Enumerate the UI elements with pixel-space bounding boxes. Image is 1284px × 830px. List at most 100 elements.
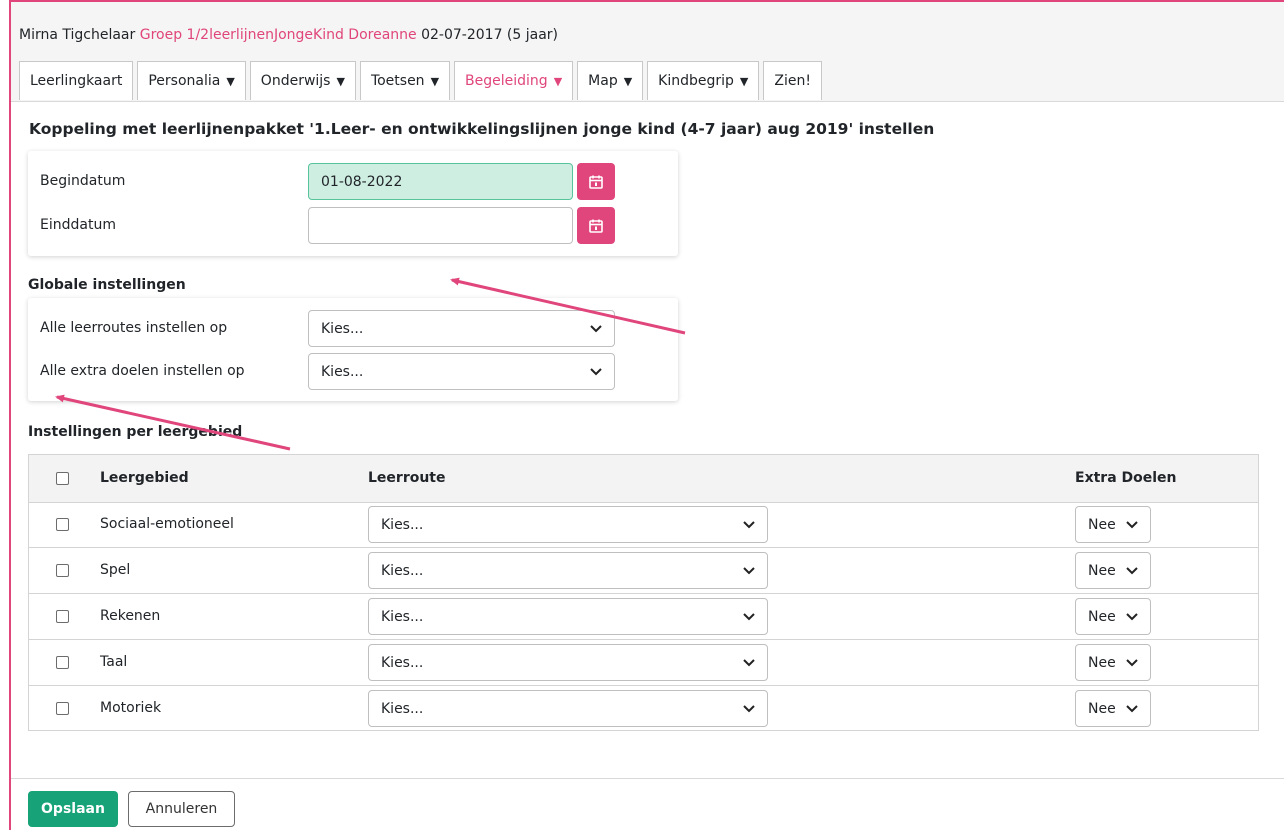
student-birth: 02-07-2017 (5 jaar) [421, 27, 559, 43]
table-row: Taal Kies... Nee [29, 640, 1258, 686]
tab-label: Onderwijs [260, 73, 331, 89]
chevron-down-icon [743, 611, 755, 623]
route-select[interactable]: Kies... [368, 506, 768, 543]
global-extra-select[interactable]: Kies... [308, 353, 615, 390]
student-name[interactable]: Mirna Tigchelaar [19, 27, 135, 43]
begin-date-label: Begindatum [40, 173, 126, 189]
row-checkbox[interactable] [56, 610, 69, 623]
extra-goals-select[interactable]: Nee [1075, 552, 1151, 589]
caret-down-icon: ▼ [226, 74, 235, 88]
global-settings-heading: Globale instellingen [28, 277, 186, 293]
area-name: Motoriek [100, 700, 162, 716]
student-info: Mirna Tigchelaar Groep 1/2leerlijnenJong… [19, 27, 558, 43]
select-value: Kies... [381, 562, 424, 579]
chevron-down-icon [1126, 565, 1138, 577]
chevron-down-icon [1126, 519, 1138, 531]
chevron-down-icon [743, 565, 755, 577]
end-date-label: Einddatum [40, 217, 116, 233]
begin-date-input[interactable] [308, 163, 573, 200]
select-value: Nee [1088, 654, 1116, 671]
tab-label: Map [588, 73, 618, 89]
global-routes-select[interactable]: Kies... [308, 310, 615, 347]
select-value: Nee [1088, 562, 1116, 579]
chevron-down-icon [1126, 703, 1138, 715]
begin-date-calendar-button[interactable] [577, 163, 615, 200]
column-header-extra: Extra Doelen [1075, 470, 1177, 486]
extra-goals-select[interactable]: Nee [1075, 690, 1151, 727]
tab-label: Leerlingkaart [30, 73, 123, 89]
tab-toetsen[interactable]: Toetsen ▼ [359, 61, 451, 100]
student-group[interactable]: Groep 1/2leerlijnenJongeKind Doreanne [140, 27, 417, 43]
calendar-icon [589, 175, 603, 189]
area-name: Taal [100, 654, 128, 670]
route-select[interactable]: Kies... [368, 644, 768, 681]
end-date-input[interactable] [308, 207, 573, 244]
caret-down-icon: ▼ [336, 74, 345, 88]
footer-divider [11, 778, 1284, 779]
tab-label: Begeleiding [465, 73, 548, 89]
chevron-down-icon [743, 519, 755, 531]
extra-goals-select[interactable]: Nee [1075, 644, 1151, 681]
table-row: Spel Kies... Nee [29, 548, 1258, 594]
extra-goals-select[interactable]: Nee [1075, 506, 1151, 543]
tab-label: Kindbegrip [658, 73, 734, 89]
chevron-down-icon [1126, 611, 1138, 623]
select-value: Kies... [321, 363, 364, 380]
tab-begeleiding[interactable]: Begeleiding ▼ [454, 61, 574, 100]
calendar-icon [589, 219, 603, 233]
per-area-table: Leergebied Leerroute Extra Doelen Sociaa… [28, 454, 1259, 731]
row-checkbox[interactable] [56, 518, 69, 531]
select-value: Kies... [381, 516, 424, 533]
row-checkbox[interactable] [56, 564, 69, 577]
tab-onderwijs[interactable]: Onderwijs ▼ [249, 61, 356, 100]
caret-down-icon: ▼ [553, 74, 563, 88]
table-header: Leergebied Leerroute Extra Doelen [29, 455, 1258, 503]
page-title: Koppeling met leerlijnenpakket '1.Leer- … [29, 120, 935, 138]
table-row: Rekenen Kies... Nee [29, 594, 1258, 640]
select-value: Nee [1088, 516, 1116, 533]
caret-down-icon: ▼ [430, 74, 440, 88]
table-row: Sociaal-emotioneel Kies... Nee [29, 502, 1258, 548]
caret-down-icon: ▼ [739, 74, 749, 88]
tab-label: Toetsen [370, 73, 425, 89]
tab-kindbegrip[interactable]: Kindbegrip ▼ [647, 61, 760, 100]
extra-goals-select[interactable]: Nee [1075, 598, 1151, 635]
area-name: Spel [100, 562, 131, 578]
row-checkbox[interactable] [56, 656, 69, 669]
route-select[interactable]: Kies... [368, 690, 768, 727]
end-date-calendar-button[interactable] [577, 207, 615, 244]
column-header-area: Leergebied [100, 470, 189, 486]
tab-personalia[interactable]: Personalia ▼ [137, 61, 246, 100]
chevron-down-icon [590, 366, 602, 378]
route-select[interactable]: Kies... [368, 552, 768, 589]
tab-map[interactable]: Map ▼ [577, 61, 644, 100]
area-name: Sociaal-emotioneel [100, 516, 234, 532]
cancel-button[interactable]: Annuleren [128, 791, 235, 827]
tab-label: Personalia [148, 73, 221, 89]
tab-bar: Leerlingkaart Personalia ▼ Onderwijs ▼ Toe… [19, 61, 826, 101]
select-value: Kies... [381, 654, 424, 671]
select-value: Kies... [381, 700, 424, 717]
save-button[interactable]: Opslaan [28, 791, 118, 827]
per-area-heading: Instellingen per leergebied [28, 424, 243, 440]
select-value: Kies... [381, 608, 424, 625]
tab-leerlingkaart[interactable]: Leerlingkaart [19, 61, 134, 100]
global-extra-label: Alle extra doelen instellen op [40, 363, 245, 379]
table-row: Motoriek Kies... Nee [29, 686, 1258, 732]
route-select[interactable]: Kies... [368, 598, 768, 635]
select-value: Kies... [321, 320, 364, 337]
tab-zien[interactable]: Zien! [763, 61, 822, 100]
chevron-down-icon [1126, 657, 1138, 669]
tab-label: Zien! [774, 73, 811, 89]
row-checkbox[interactable] [56, 702, 69, 715]
caret-down-icon: ▼ [623, 74, 633, 88]
global-routes-label: Alle leerroutes instellen op [40, 320, 228, 336]
chevron-down-icon [743, 703, 755, 715]
chevron-down-icon [590, 323, 602, 335]
select-value: Nee [1088, 700, 1116, 717]
select-all-checkbox[interactable] [56, 472, 69, 485]
column-header-route: Leerroute [368, 470, 446, 486]
chevron-down-icon [743, 657, 755, 669]
select-value: Nee [1088, 608, 1116, 625]
area-name: Rekenen [100, 608, 161, 624]
